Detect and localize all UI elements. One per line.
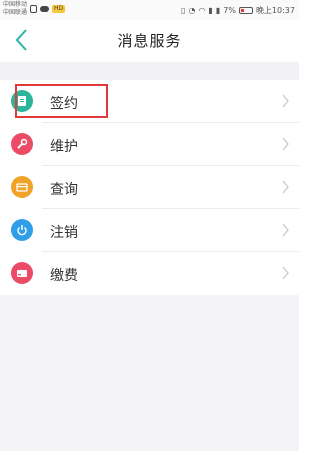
status-right: ▯ ◔ ◠ ▮ ▮ 7% 晚上10:37 <box>181 5 295 16</box>
item-label: 维护 <box>50 139 78 155</box>
wifi-icon: ◠ <box>198 6 206 15</box>
list-item-cancel[interactable]: 注销 <box>0 209 299 252</box>
list-item-maintain[interactable]: 维护 <box>0 123 299 166</box>
notification-icons: HD <box>30 5 66 13</box>
hd-icon: HD <box>52 5 66 13</box>
carrier-info: 中国移动 中国联通 <box>3 1 27 17</box>
battery-icon <box>238 7 253 14</box>
list-item-payment[interactable]: 缴费 <box>0 252 299 295</box>
carrier-2: 中国联通 <box>3 9 28 16</box>
carrier-1: 中国移动 <box>3 1 28 8</box>
chevron-right-icon <box>282 265 289 284</box>
wrench-icon <box>11 133 33 155</box>
chat-icon <box>40 6 49 12</box>
status-bar: 中国移动 中国联通 HD ▯ ◔ ◠ ▮ ▮ 7% 晚上10:37 <box>0 0 299 20</box>
empty-background <box>0 295 299 451</box>
section-gap <box>0 62 299 80</box>
page-title: 消息服务 <box>117 32 182 50</box>
item-label: 缴费 <box>50 268 78 284</box>
chevron-right-icon <box>282 179 289 198</box>
highlight-annotation <box>15 84 108 118</box>
clock: 晚上10:37 <box>255 6 295 15</box>
signal-icon-2: ▮ <box>215 6 221 15</box>
signal-icon: ▮ <box>208 6 213 15</box>
navigation-bar: 消息服务 <box>0 20 299 62</box>
item-label: 注销 <box>50 225 78 241</box>
alarm-icon: ◔ <box>188 6 196 15</box>
chevron-right-icon <box>282 136 289 155</box>
chevron-right-icon <box>282 93 289 112</box>
power-icon <box>11 219 33 241</box>
item-label: 查询 <box>50 182 78 198</box>
battery-percent: 7% <box>223 6 236 15</box>
chevron-right-icon <box>282 222 289 241</box>
card-icon <box>11 176 33 198</box>
list-item-query[interactable]: 查询 <box>0 166 299 209</box>
vibrate-icon: ▯ <box>181 6 186 15</box>
notification-icon <box>30 5 37 13</box>
payment-card-icon <box>11 262 33 284</box>
